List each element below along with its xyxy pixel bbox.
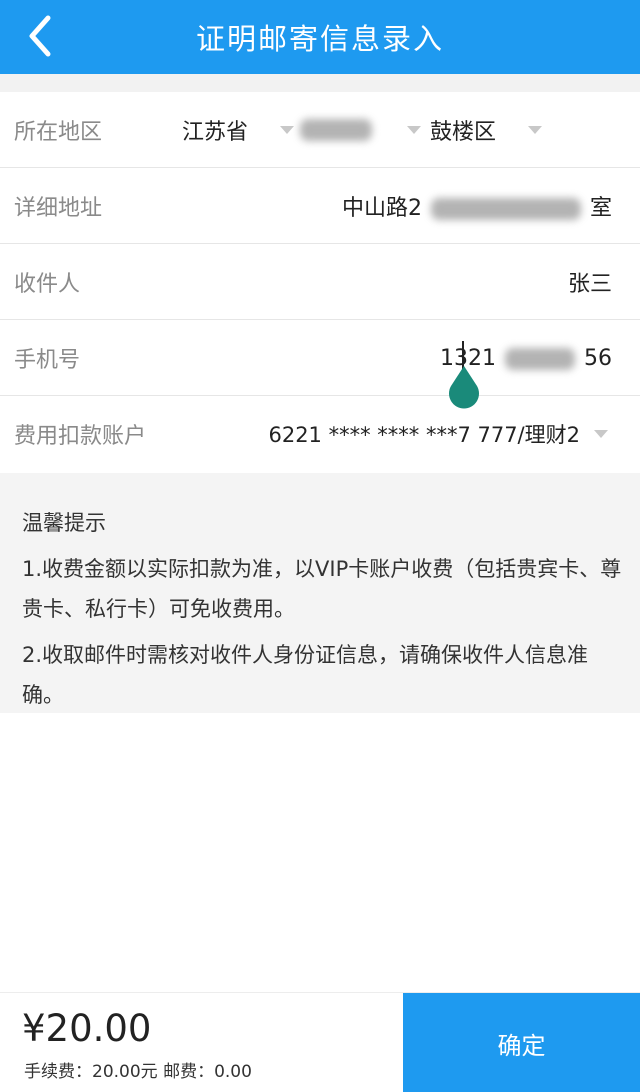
fee-detail: 手续费：20.00元 邮费：0.00 (24, 1062, 252, 1082)
header-spacer (0, 74, 640, 92)
address-label: 详细地址 (14, 196, 103, 221)
tip-item-1: 1.收费金额以实际扣款为准，以VIP卡账户收费（包括贵宾卡、尊贵卡、私行卡）可免… (22, 557, 622, 621)
back-button[interactable] (18, 10, 62, 62)
chevron-left-icon (29, 15, 51, 57)
chevron-down-icon (594, 430, 608, 438)
phone-value-suffix: 56 (584, 345, 612, 371)
address-row[interactable]: 详细地址 中山路2 室 (0, 168, 640, 244)
phone-row[interactable]: 手机号 1321 56 (0, 320, 640, 396)
mail-form: 所在地区 江苏省 鼓楼区 详细地址 中山路2 室 收件人 张三 手机号 1321… (0, 92, 640, 473)
app-header: 证明邮寄信息录入 (0, 0, 640, 74)
phone-label: 手机号 (14, 348, 81, 373)
chevron-down-icon (528, 126, 542, 134)
confirm-button[interactable]: 确定 (403, 993, 640, 1092)
page-title: 证明邮寄信息录入 (195, 22, 444, 56)
region-label: 所在地区 (14, 120, 103, 145)
total-amount: ¥20.00 (22, 1007, 152, 1050)
city-select-redacted[interactable] (300, 119, 372, 141)
address-redacted (430, 198, 581, 220)
province-select[interactable]: 江苏省 (182, 114, 248, 146)
recipient-field[interactable]: 张三 (568, 266, 612, 298)
account-label: 费用扣款账户 (14, 424, 147, 449)
chevron-down-icon (407, 126, 421, 134)
address-value-prefix: 中山路2 (341, 196, 422, 221)
district-select[interactable]: 鼓楼区 (430, 114, 496, 146)
tips-title: 温馨提示 (22, 511, 106, 535)
tip-item-2: 2.收取邮件时需核对收件人身份证信息，请确保收件人信息准确。 (22, 643, 589, 707)
recipient-label: 收件人 (14, 272, 81, 297)
region-row[interactable]: 所在地区 江苏省 鼓楼区 (0, 92, 640, 168)
phone-redacted (505, 347, 575, 370)
recipient-row[interactable]: 收件人 张三 (0, 244, 640, 320)
address-field[interactable]: 中山路2 室 (342, 190, 612, 222)
account-row[interactable]: 费用扣款账户 6221 **** **** ***7 777/理财2 (0, 396, 640, 472)
mail-info-page: 证明邮寄信息录入 所在地区 江苏省 鼓楼区 详细地址 中山路2 室 收件人 张三… (0, 0, 640, 1092)
bottom-bar: ¥20.00 手续费：20.00元 邮费：0.00 确定 (0, 992, 640, 1092)
cursor-handle-icon[interactable] (446, 366, 482, 412)
chevron-down-icon (280, 126, 294, 134)
account-select[interactable]: 6221 **** **** ***7 777/理财2 (268, 419, 580, 449)
tips-section: 温馨提示 1.收费金额以实际扣款为准，以VIP卡账户收费（包括贵宾卡、尊贵卡、私… (0, 473, 640, 713)
address-value-suffix: 室 (589, 196, 612, 221)
